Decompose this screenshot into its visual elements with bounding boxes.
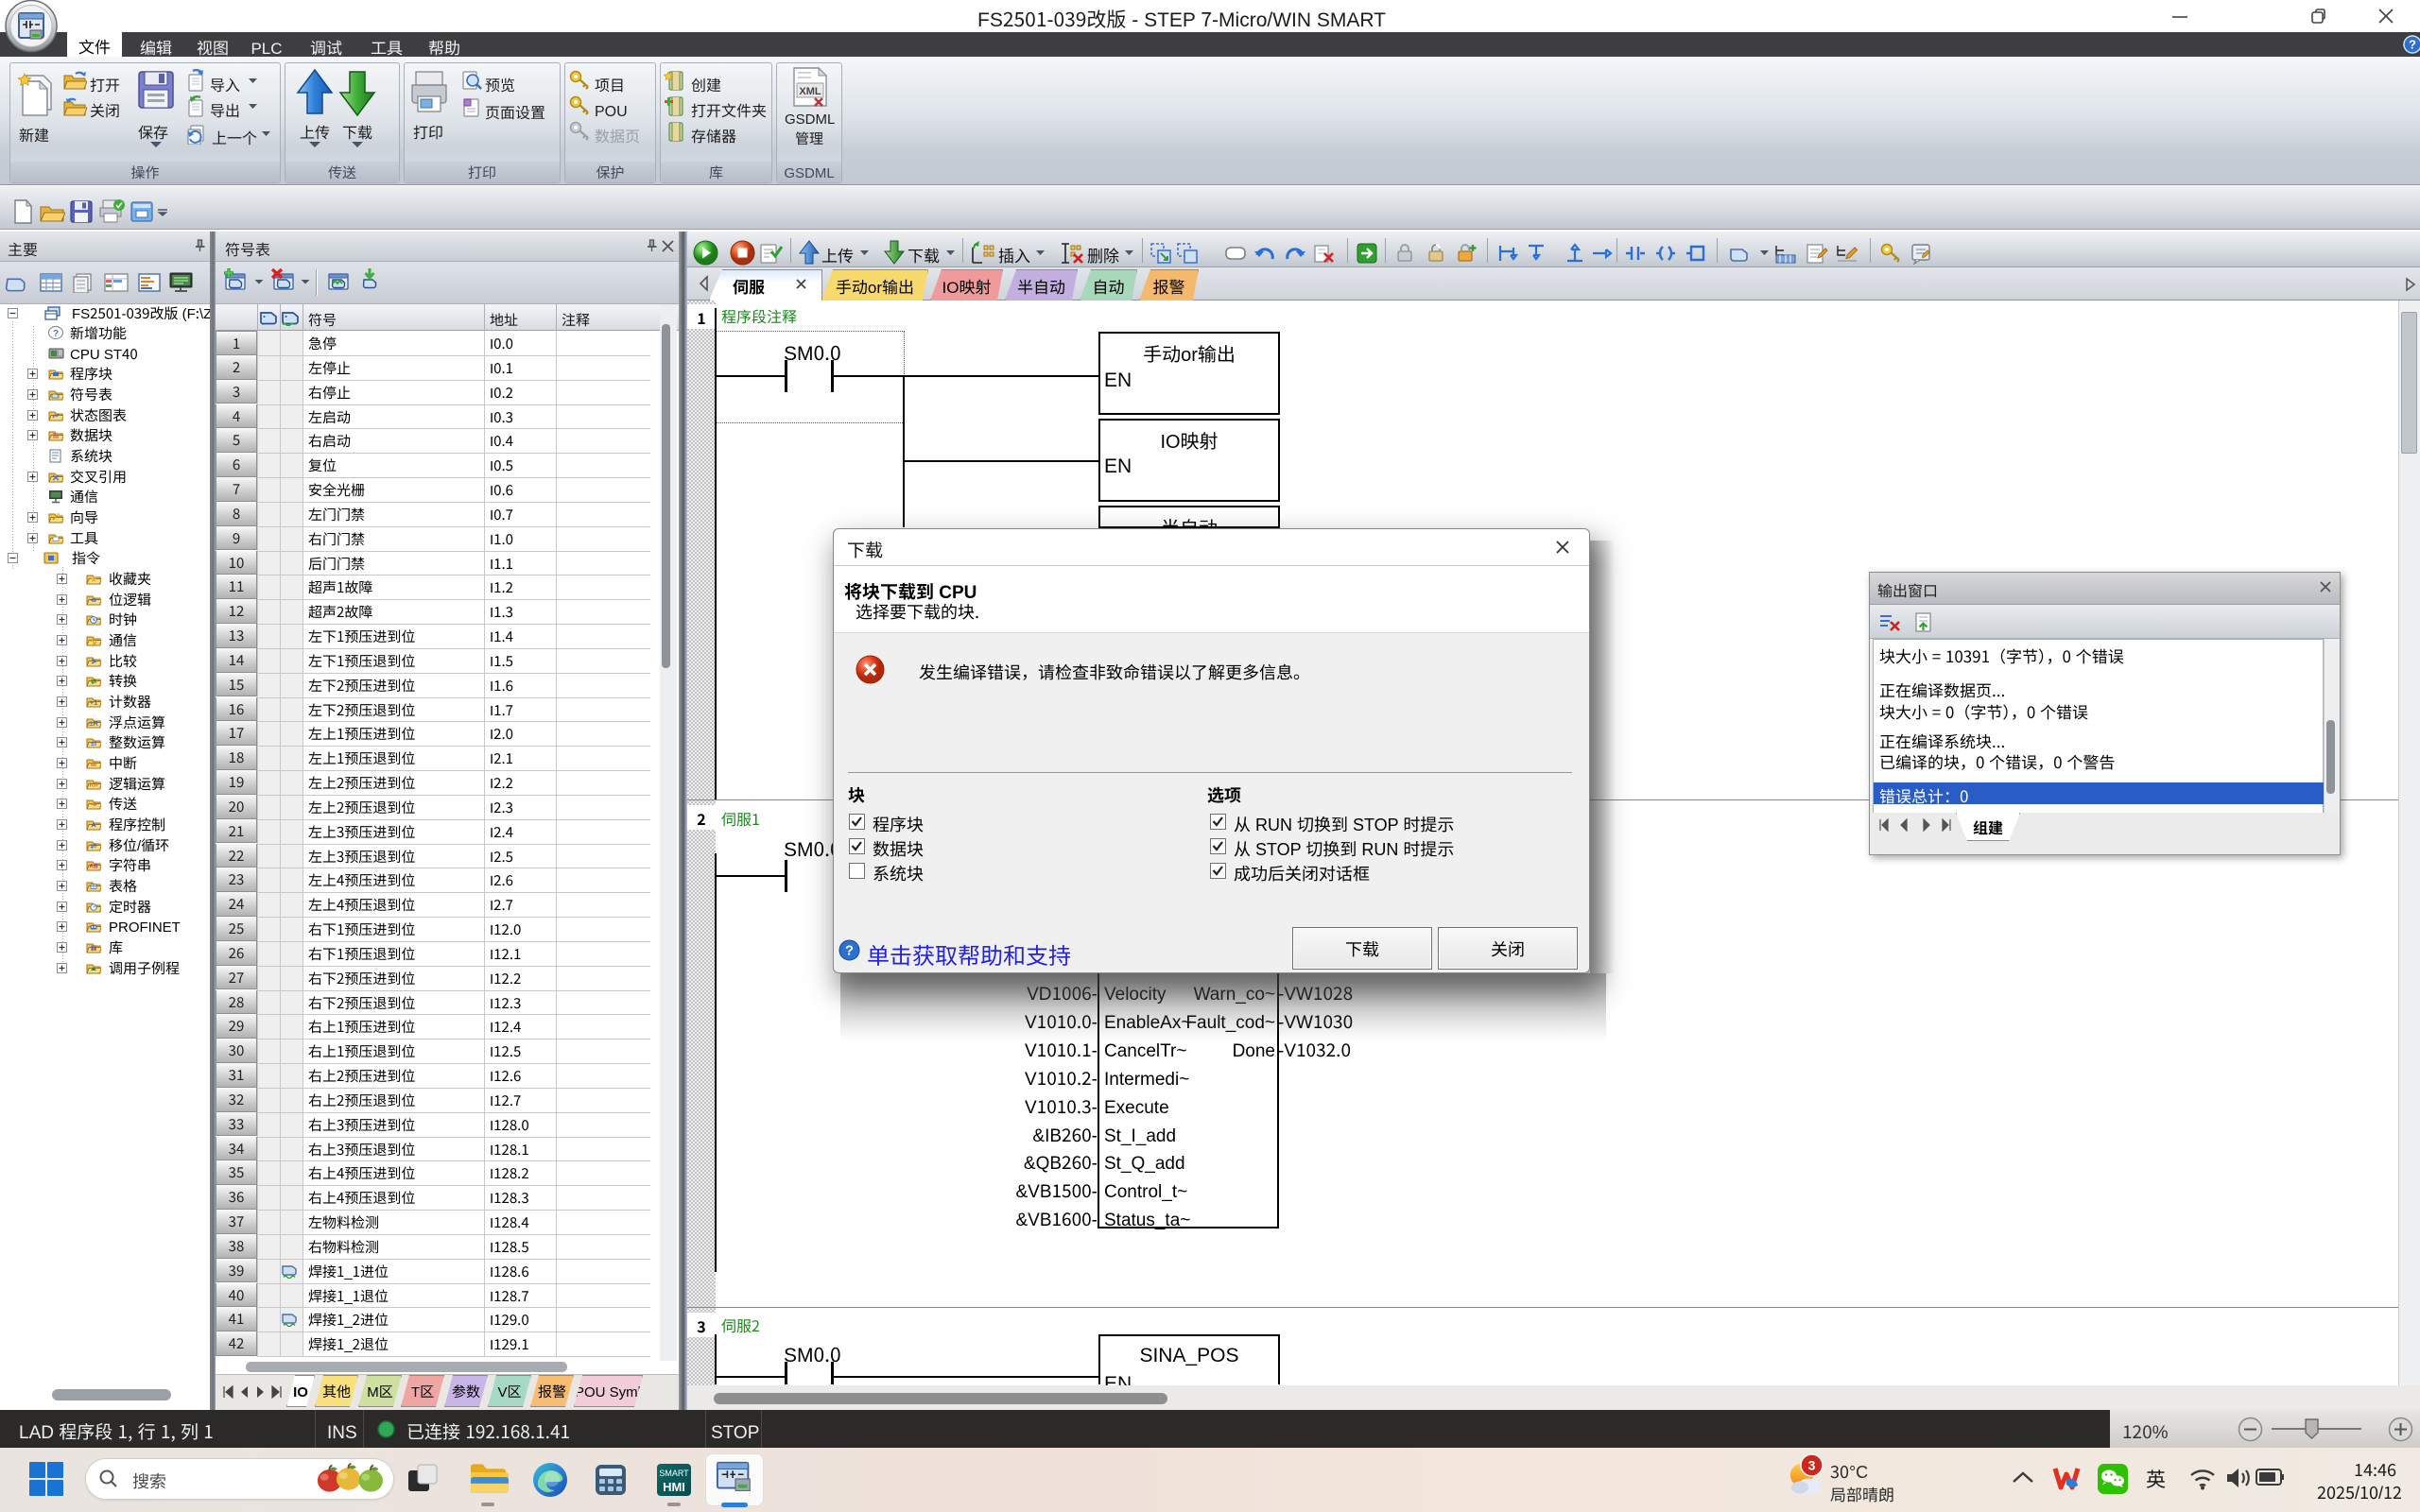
svg-text:±I: ±I <box>91 739 96 747</box>
svg-text:3: 3 <box>1808 1458 1816 1473</box>
svg-text:?: ? <box>845 943 854 959</box>
svg-text:?: ? <box>53 329 59 339</box>
svg-text:HMI: HMI <box>663 1480 685 1494</box>
svg-text:IOI: IOI <box>90 782 98 788</box>
svg-text:XML: XML <box>799 86 821 97</box>
svg-text:?: ? <box>2409 38 2416 52</box>
svg-text:SMART: SMART <box>659 1469 689 1478</box>
svg-text:+1: +1 <box>90 698 98 707</box>
svg-text:±R: ±R <box>89 719 98 728</box>
svg-text:AB: AB <box>89 864 98 870</box>
